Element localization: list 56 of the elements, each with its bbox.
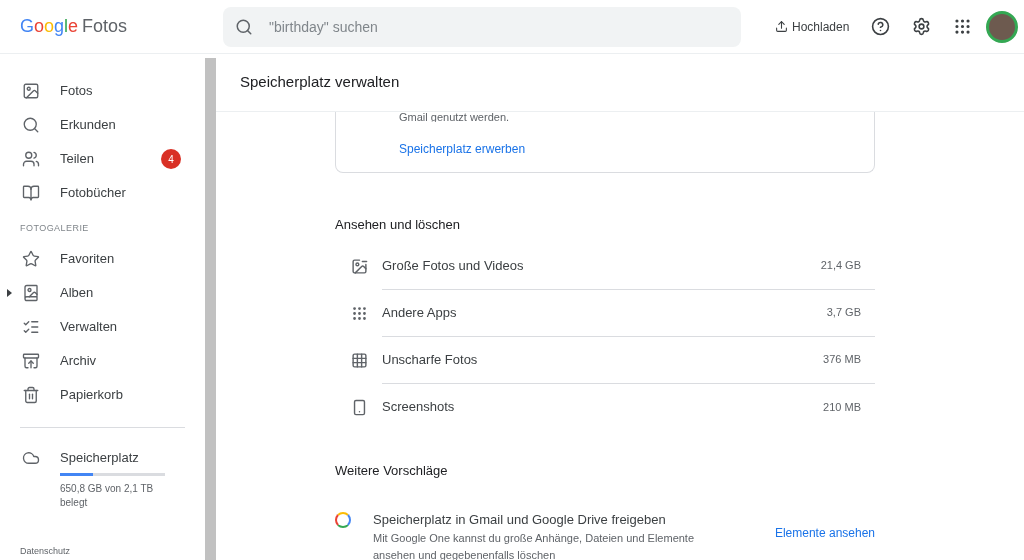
grid-icon (351, 351, 368, 369)
upload-icon (775, 20, 788, 33)
image-icon (351, 257, 368, 275)
section-heading: Weitere Vorschläge (335, 461, 449, 480)
photo-icon (22, 82, 40, 100)
nav-item[interactable]: Teilen 4 (0, 142, 205, 176)
category-label: Andere Apps (382, 303, 457, 322)
storage-category-row[interactable]: Unscharfe Fotos 376 MB (335, 336, 875, 384)
storage-category-row[interactable]: Große Fotos und Videos 21,4 GB (335, 242, 875, 290)
nav-item[interactable]: Fotobücher (0, 176, 205, 210)
nav-item[interactable]: Archiv (0, 343, 205, 378)
view-items-link[interactable]: Elemente ansehen (774, 524, 875, 542)
expand-caret-icon[interactable] (7, 288, 12, 297)
nav-item[interactable]: Verwalten (0, 309, 205, 344)
suggestion-title: Speicherplatz in Gmail und Google Drive freigeben (373, 511, 667, 529)
category-size: 21,4 GB (820, 258, 861, 274)
book-icon (22, 184, 40, 202)
storage-usage: 650,8 GB von 2,1 TB belegt (60, 482, 155, 510)
star-icon (22, 249, 40, 268)
phone-icon (351, 398, 368, 416)
settings-icon[interactable] (912, 17, 932, 36)
google-one-icon (335, 512, 351, 528)
apps-grid-icon[interactable] (953, 17, 973, 36)
search-icon (22, 116, 40, 134)
category-label: Große Fotos und Videos (382, 256, 524, 275)
category-size: 376 MB (823, 352, 861, 368)
storage-category-row[interactable]: Screenshots 210 MB (335, 383, 875, 431)
search-field[interactable]: "birthday" suchen (223, 6, 741, 47)
section-label: FOTOGALERIE (19, 222, 90, 235)
search-icon (235, 17, 253, 36)
album-icon (22, 283, 40, 302)
section-heading: Ansehen und löschen (335, 216, 462, 234)
dots-grid-icon (351, 304, 368, 322)
nav-item[interactable]: Papierkorb (0, 377, 205, 412)
app-logo[interactable]: Google Fotos (20, 13, 223, 40)
nav-item[interactable]: Alben (0, 275, 205, 310)
buy-storage-link[interactable]: Speicherplatz erwerben (399, 140, 526, 158)
page-title: Speicherplatz verwalten (240, 72, 400, 93)
category-label: Screenshots (382, 398, 455, 417)
privacy-link[interactable]: Datenschutz (0, 544, 205, 558)
nav-item[interactable]: Favoriten (0, 241, 205, 276)
suggestion-text: Mit Google One kannst du große Anhänge, Dateien und Elemente ansehen und gegebenenfalls löschen (373, 530, 696, 560)
upload-button[interactable]: Hochladen (771, 9, 854, 44)
archive-icon (22, 351, 40, 370)
storage-category-row[interactable]: Andere Apps 3,7 GB (335, 289, 875, 337)
help-icon[interactable] (871, 17, 891, 36)
avatar[interactable] (986, 10, 1019, 43)
nav-item[interactable]: Erkunden (0, 108, 205, 142)
category-size: 210 MB (823, 399, 861, 415)
count-badge: 4 (161, 149, 181, 169)
category-label: Unscharfe Fotos (382, 350, 478, 369)
people-icon (22, 150, 40, 168)
trash-icon (22, 385, 40, 404)
category-size: 3,7 GB (826, 305, 861, 321)
nav-item[interactable]: Fotos (0, 74, 205, 108)
storage-label[interactable]: Speicherplatz (60, 447, 170, 467)
